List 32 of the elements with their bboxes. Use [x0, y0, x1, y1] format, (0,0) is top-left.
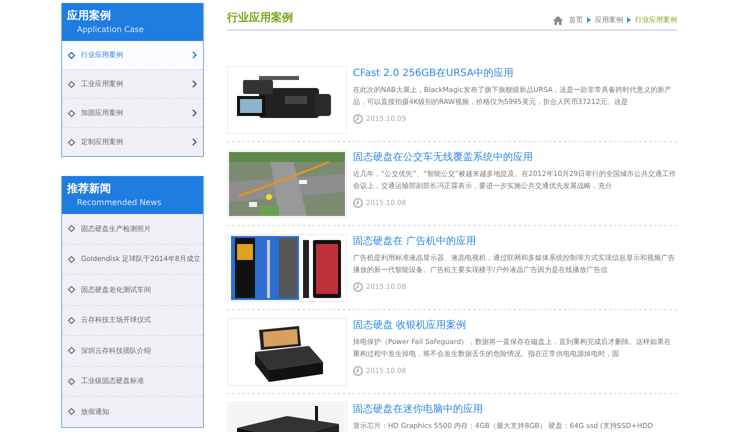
chevron-icon: [192, 109, 197, 117]
article-title-link[interactable]: 固态硬盘在 广告机中的应用: [353, 235, 677, 249]
diamond-icon: [68, 138, 75, 146]
page-title: 行业应用案例: [227, 10, 293, 25]
article-title-link[interactable]: CFast 2.0 256GB在URSA中的应用: [353, 67, 677, 81]
arrow-icon: [627, 17, 631, 23]
clock-icon: [353, 198, 363, 208]
diamond-icon: [68, 52, 75, 58]
arrow-icon: [587, 17, 591, 23]
diamond-icon: [68, 347, 75, 354]
chevron-icon: [192, 80, 197, 88]
diamond-icon: [68, 286, 75, 294]
panel-subtitle: Recommended News: [76, 197, 162, 208]
diamond-icon: [68, 408, 75, 416]
article-title-link[interactable]: 固态硬盘在迷你电脑中的应用: [353, 403, 677, 417]
panel-title: 推荐新闻: [67, 182, 112, 195]
diamond-icon: [68, 80, 75, 88]
chevron-icon: [192, 51, 197, 59]
diamond-icon: [68, 316, 75, 324]
diamond-icon: [68, 256, 75, 263]
clock-icon: [353, 282, 363, 292]
panel-subtitle: Application Case: [76, 24, 145, 35]
diamond-icon: [68, 110, 75, 116]
diamond-icon: [68, 225, 75, 232]
clock-icon: [353, 366, 363, 376]
home-icon: [553, 16, 563, 24]
panel-title: 应用案例: [67, 9, 112, 22]
diamond-icon: [68, 378, 75, 385]
article-title-link[interactable]: 固态硬盘 收银机应用案例: [353, 319, 677, 333]
article-title-link[interactable]: 固态硬盘在公交车无线覆盖系统中的应用: [353, 151, 677, 165]
chevron-icon: [192, 138, 197, 146]
clock-icon: [353, 114, 363, 124]
